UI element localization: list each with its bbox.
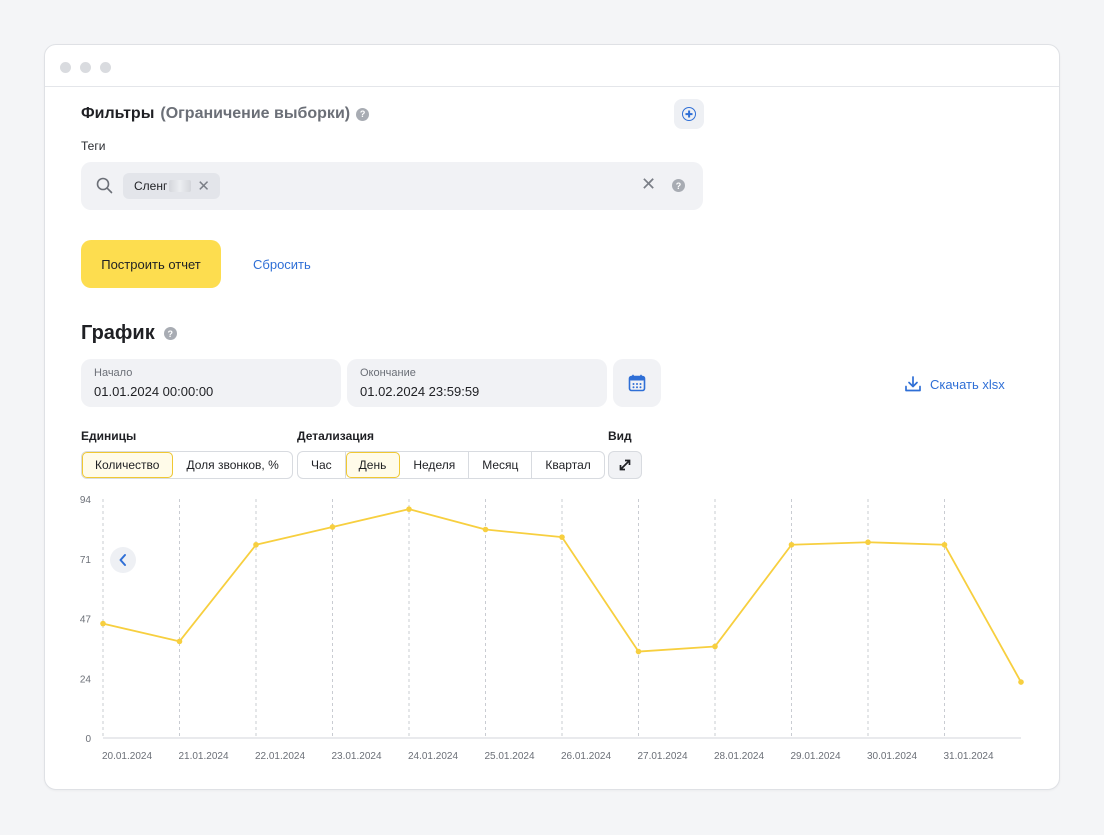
window-dot-icon <box>100 62 111 73</box>
calendar-button[interactable] <box>613 359 661 407</box>
download-icon <box>905 376 921 392</box>
detail-option[interactable]: День <box>345 452 401 478</box>
data-point <box>482 526 489 533</box>
reset-link[interactable]: Сбросить <box>253 257 311 272</box>
remove-tag-icon[interactable]: ✕ <box>197 179 210 194</box>
back-button-bg[interactable] <box>110 547 136 573</box>
filters-subtitle: (Ограничение выборки) <box>160 105 351 122</box>
detail-label: Детализация <box>297 429 374 443</box>
app-window: Фильтры (Ограничение выборки) ? Теги Сле… <box>44 44 1060 790</box>
y-tick-label: 47 <box>80 615 92 626</box>
units-toggle: Количество Доля звонков, % <box>81 451 293 479</box>
data-point <box>559 534 565 540</box>
expand-icon <box>619 459 631 471</box>
data-point <box>941 541 948 548</box>
start-date-field[interactable]: Начало 01.01.2024 00:00:00 <box>81 359 341 407</box>
view-label: Вид <box>608 429 632 443</box>
chart-section-title: График ? <box>81 322 177 345</box>
download-xlsx-link[interactable]: Скачать xlsx <box>904 375 1005 393</box>
data-point <box>253 541 259 548</box>
redacted-text <box>169 180 192 192</box>
data-point <box>865 539 871 546</box>
data-point <box>176 638 183 645</box>
data-point <box>788 541 795 548</box>
y-tick-label: 24 <box>80 674 92 685</box>
detail-option[interactable]: Час <box>298 452 346 478</box>
data-point <box>635 648 642 655</box>
search-icon <box>96 177 113 194</box>
x-tick-label: 23.01.2024 <box>331 751 381 762</box>
build-report-button[interactable]: Построить отчет <box>81 240 221 288</box>
x-tick-label: 27.01.2024 <box>637 751 687 762</box>
line-chart: 94 71 47 24 0 20.01.2024 21.01.2024 22.01.2024… <box>80 495 1024 762</box>
x-tick-label: 29.01.2024 <box>790 751 840 762</box>
clear-tags-icon[interactable]: ✕ <box>641 174 656 195</box>
detail-option[interactable]: Квартал <box>532 452 603 478</box>
help-icon[interactable]: ? <box>356 107 370 121</box>
window-dot-icon <box>60 62 71 73</box>
x-tick-label: 21.01.2024 <box>178 751 228 762</box>
x-tick-label: 30.01.2024 <box>867 751 917 762</box>
chart-help-icon[interactable]: ? <box>163 327 177 340</box>
x-axis: 20.01.2024 21.01.2024 22.01.2024 23.01.2024… <box>102 751 994 762</box>
add-filter-button[interactable] <box>674 99 704 129</box>
chart-back-button[interactable] <box>110 547 136 573</box>
tags-label: Теги <box>81 139 106 153</box>
tags-help-icon[interactable]: ? <box>672 179 685 192</box>
data-point <box>1018 679 1024 685</box>
data-point <box>712 643 718 650</box>
end-date-field[interactable]: Окончание 01.02.2024 23:59:59 <box>347 359 607 407</box>
data-point <box>329 524 336 530</box>
x-tick-label: 22.01.2024 <box>255 751 305 762</box>
detail-toggle: Час День Неделя Месяц Квартал <box>297 451 605 479</box>
download-label: Скачать xlsx <box>930 376 1005 392</box>
data-point <box>100 620 106 627</box>
chart-heading: График <box>81 322 155 344</box>
plus-circle-icon <box>682 107 696 121</box>
data-point <box>406 506 412 512</box>
title-bar <box>45 45 1059 87</box>
expand-view-button[interactable] <box>608 451 642 479</box>
x-tick-label: 28.01.2024 <box>714 751 764 762</box>
x-tick-label: 25.01.2024 <box>484 751 534 762</box>
start-date-value: 01.01.2024 00:00:00 <box>94 384 214 399</box>
units-option[interactable]: Количество <box>82 452 174 478</box>
window-dot-icon <box>80 62 91 73</box>
detail-option[interactable]: Месяц <box>469 452 533 478</box>
detail-option[interactable]: Неделя <box>400 452 470 478</box>
tags-input[interactable]: Сленг ✕ ✕ ? <box>81 162 703 210</box>
units-option[interactable]: Доля звонков, % <box>173 452 291 478</box>
x-tick-label: 24.01.2024 <box>408 751 458 762</box>
units-label: Единицы <box>81 429 137 443</box>
x-tick-label: 31.01.2024 <box>943 751 993 762</box>
filters-heading: Фильтры <box>81 105 155 122</box>
x-tick-label: 26.01.2024 <box>561 751 611 762</box>
y-axis: 94 71 47 24 0 <box>80 495 92 745</box>
x-tick-label: 20.01.2024 <box>102 751 152 762</box>
tag-chip[interactable]: Сленг ✕ <box>123 173 220 199</box>
calendar-icon <box>628 374 646 392</box>
end-date-value: 01.02.2024 23:59:59 <box>360 384 480 399</box>
filters-title: Фильтры (Ограничение выборки) ? <box>81 105 370 123</box>
y-tick-label: 0 <box>85 734 91 745</box>
y-tick-label: 71 <box>80 555 92 566</box>
y-tick-label: 94 <box>80 495 92 506</box>
tag-chip-label: Сленг <box>134 179 168 193</box>
start-date-label: Начало <box>94 367 133 379</box>
end-date-label: Окончание <box>360 367 416 379</box>
